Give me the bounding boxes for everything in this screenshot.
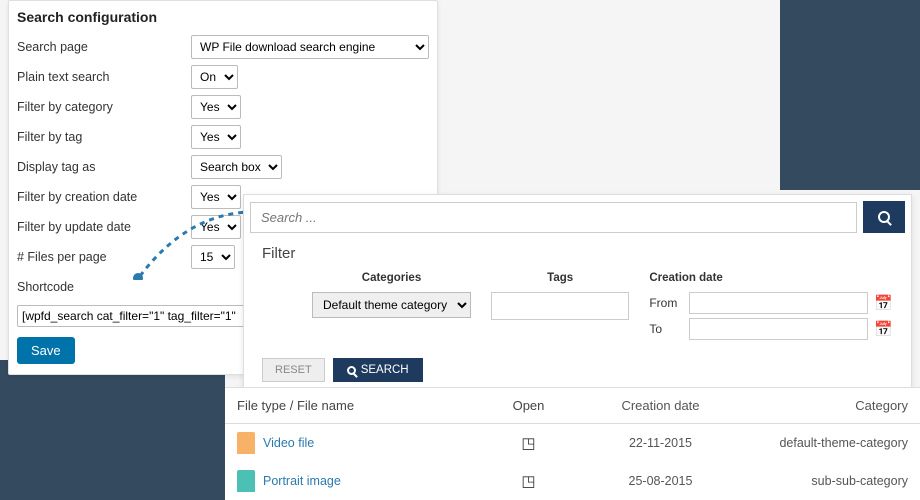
label-plain-text: Plain text search <box>17 70 191 84</box>
label-filter-update: Filter by update date <box>17 220 191 234</box>
file-icon <box>237 432 255 454</box>
results-panel: File type / File name Open Creation date… <box>225 387 920 500</box>
save-button[interactable]: Save <box>17 337 75 364</box>
input-shortcode[interactable] <box>17 305 245 327</box>
creation-date-label: Creation date <box>649 272 893 284</box>
cell-date: 22-11-2015 <box>578 436 743 450</box>
search-button[interactable]: SEARCH <box>333 358 423 382</box>
select-filter-update[interactable]: Yes <box>191 215 241 239</box>
search-icon <box>878 211 890 223</box>
table-row: Portrait image ◳ 25-08-2015 sub-sub-cate… <box>225 462 920 500</box>
tags-label: Tags <box>491 272 629 284</box>
file-link[interactable]: Video file <box>263 436 314 450</box>
label-filter-tag: Filter by tag <box>17 130 191 144</box>
select-filter-category[interactable]: Yes <box>191 95 241 119</box>
select-plain-text[interactable]: On <box>191 65 238 89</box>
label-search-page: Search page <box>17 40 191 54</box>
search-panel: Filter Categories Default theme category… <box>243 194 912 397</box>
background-dark-bottom <box>0 360 225 500</box>
filter-heading: Filter <box>262 245 893 262</box>
select-search-page[interactable]: WP File download search engine <box>191 35 429 59</box>
input-tags-filter[interactable] <box>491 292 629 320</box>
open-icon[interactable]: ◳ <box>521 435 535 452</box>
label-filter-creation: Filter by creation date <box>17 190 191 204</box>
input-date-from[interactable] <box>689 292 868 314</box>
label-display-tag: Display tag as <box>17 160 191 174</box>
select-filter-creation[interactable]: Yes <box>191 185 241 209</box>
cell-date: 25-08-2015 <box>578 474 743 488</box>
cell-category: default-theme-category <box>743 436 908 450</box>
reset-button[interactable]: RESET <box>262 358 325 382</box>
label-files-per-page: # Files per page <box>17 250 191 264</box>
file-icon <box>237 470 255 492</box>
categories-label: Categories <box>312 272 471 284</box>
header-filename: File type / File name <box>237 398 479 413</box>
cell-category: sub-sub-category <box>743 474 908 488</box>
select-files-per-page[interactable]: 15 <box>191 245 235 269</box>
search-icon-button[interactable] <box>863 201 905 233</box>
open-icon[interactable]: ◳ <box>521 473 535 490</box>
header-creation-date: Creation date <box>578 398 743 413</box>
header-open: Open <box>479 398 578 413</box>
search-input[interactable] <box>250 202 857 233</box>
calendar-icon[interactable]: 📅 <box>874 294 893 312</box>
search-icon <box>347 366 356 375</box>
select-category-filter[interactable]: Default theme category <box>312 292 471 318</box>
config-title: Search configuration <box>17 9 429 25</box>
input-date-to[interactable] <box>689 318 868 340</box>
to-label: To <box>649 322 683 336</box>
table-row: Video file ◳ 22-11-2015 default-theme-ca… <box>225 424 920 462</box>
file-link[interactable]: Portrait image <box>263 474 341 488</box>
label-filter-category: Filter by category <box>17 100 191 114</box>
calendar-icon[interactable]: 📅 <box>874 320 893 338</box>
select-filter-tag[interactable]: Yes <box>191 125 241 149</box>
header-category: Category <box>743 398 908 413</box>
background-dark-top <box>780 0 920 190</box>
search-button-label: SEARCH <box>361 364 409 376</box>
from-label: From <box>649 296 683 310</box>
select-display-tag[interactable]: Search box <box>191 155 282 179</box>
